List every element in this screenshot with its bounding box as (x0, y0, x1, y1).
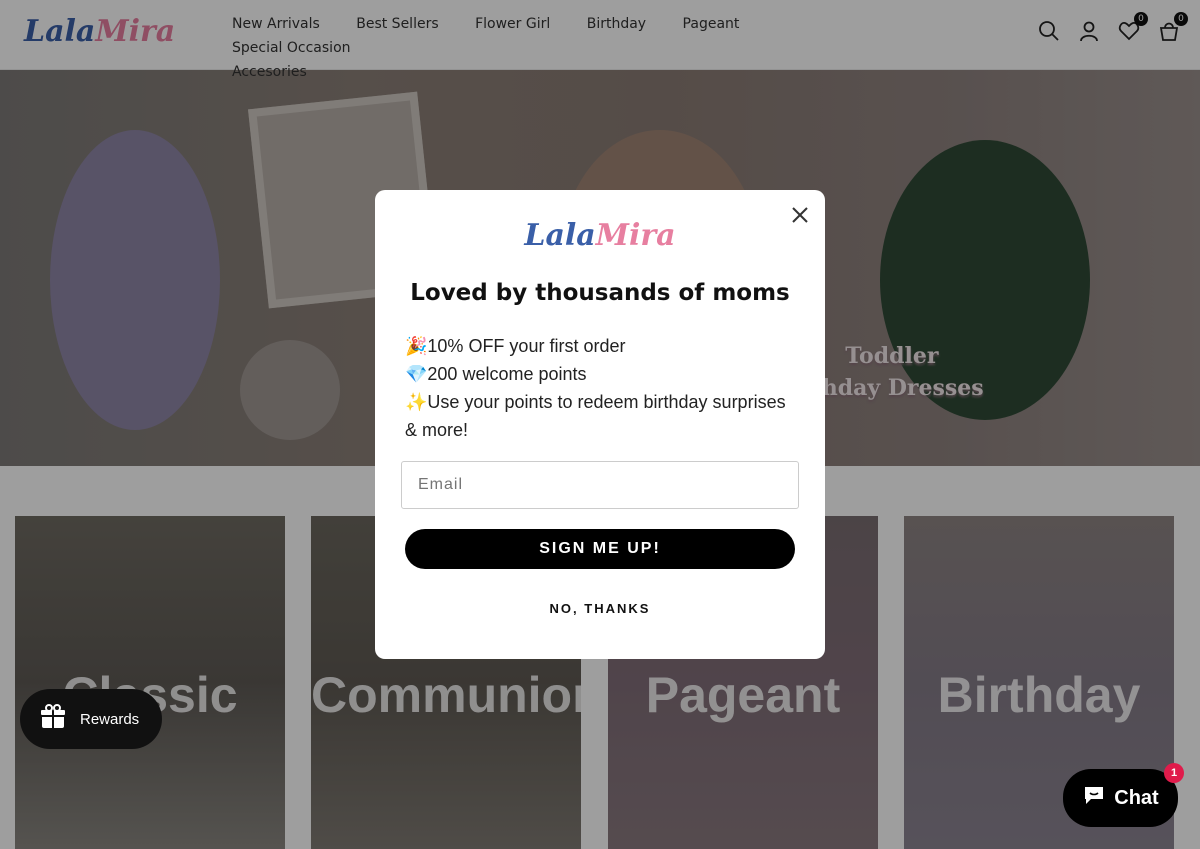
chat-label: Chat (1114, 786, 1159, 809)
chat-unread-badge: 1 (1164, 763, 1184, 783)
chat-bubble-icon (1082, 783, 1106, 813)
signup-button[interactable]: SIGN ME UP! (405, 529, 795, 569)
signup-modal: LalaMira Loved by thousands of moms 🎉10%… (375, 190, 825, 659)
modal-title: Loved by thousands of moms (410, 280, 790, 306)
perks-list: 🎉10% OFF your first order 💎200 welcome p… (405, 332, 795, 444)
modal-logo-part1: Lala (524, 218, 596, 253)
rewards-launcher[interactable]: Rewards (20, 689, 162, 749)
perk-discount: 🎉10% OFF your first order (405, 336, 626, 356)
no-thanks-button[interactable]: NO, THANKS (375, 601, 825, 616)
modal-logo-part2: Mira (595, 218, 676, 253)
perk-points: 💎200 welcome points (405, 364, 587, 384)
email-field[interactable] (401, 461, 799, 509)
modal-logo: LalaMira (375, 218, 825, 253)
rewards-label: Rewards (80, 710, 140, 728)
chat-button[interactable]: Chat 1 (1063, 763, 1184, 827)
perk-redeem: ✨Use your points to redeem birthday surp… (405, 392, 786, 440)
gift-icon (40, 704, 66, 734)
